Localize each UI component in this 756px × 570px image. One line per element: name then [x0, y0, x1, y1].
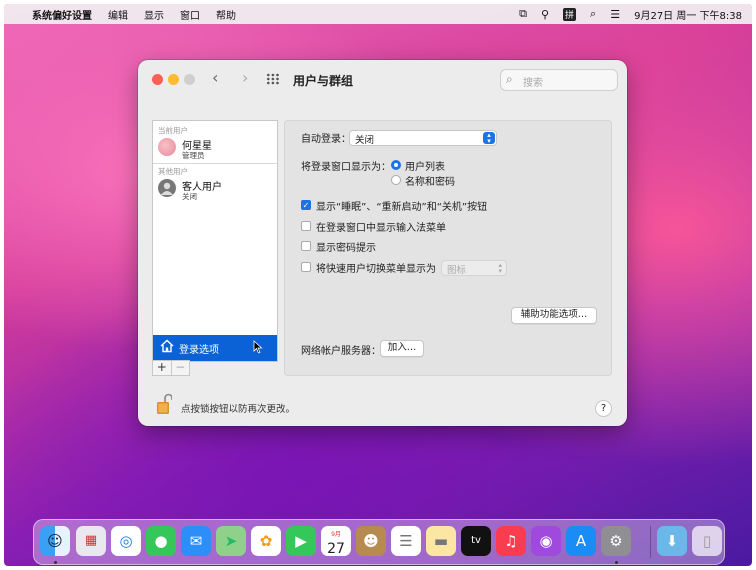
menu-help[interactable]: 帮助 — [216, 7, 236, 22]
zoom-button[interactable] — [184, 74, 195, 85]
search-icon: ⌕ — [506, 72, 513, 86]
checkbox-password-hints-label: 显示密码提示 — [316, 243, 376, 254]
user-status: 关闭 — [182, 192, 197, 201]
checkbox-input-menu[interactable] — [301, 221, 311, 231]
checkbox-show-buttons-label: 显示“睡眠”、“重新启动”和“关机”按钮 — [316, 202, 488, 213]
dock-finder-icon[interactable]: ☺ — [40, 526, 70, 556]
network-server-label: 网络帐户服务器： — [301, 346, 381, 357]
house-icon — [160, 339, 174, 353]
divider — [153, 163, 277, 164]
dock-contacts-icon[interactable]: ☻ — [356, 526, 386, 556]
auto-login-value: 关闭 — [355, 135, 375, 146]
calendar-month: 9月 — [331, 531, 341, 538]
user-item-current[interactable]: 何星星 管理员 — [158, 135, 274, 163]
fast-user-switch-select[interactable]: 图标 ▴ ▾ — [441, 260, 507, 276]
auto-login-select[interactable]: 关闭 ▴ ▾ — [349, 130, 497, 146]
tv-label: tv — [471, 535, 481, 546]
radio-name-password-label: 名称和密码 — [405, 177, 455, 188]
calendar-day: 27 — [327, 541, 345, 557]
radio-user-list-label: 用户列表 — [405, 162, 445, 173]
dock-downloads-icon[interactable]: ⬇ — [657, 526, 687, 556]
login-options-label: 登录选项 — [179, 345, 219, 356]
auto-login-label: 自动登录： — [301, 134, 351, 145]
dock-reminders-icon[interactable]: ☰ — [391, 526, 421, 556]
popup-arrows-icon: ▴ ▾ — [498, 261, 502, 275]
popup-arrows-icon: ▴ ▾ — [483, 132, 495, 145]
add-remove-control: + − — [152, 360, 190, 376]
dock-mail-icon[interactable]: ✉ — [181, 526, 211, 556]
lock-hint-text: 点按锁按钮以防再次更改。 — [181, 404, 296, 415]
spotlight-icon[interactable]: ⌕ — [590, 7, 596, 21]
user-list: 当前用户 何星星 管理员 其他用户 客人用户 关闭 登录选项 — [152, 120, 278, 362]
forward-icon[interactable]: › — [242, 68, 248, 87]
add-user-button[interactable]: + — [153, 361, 171, 375]
checkbox-show-buttons[interactable]: ✓ — [301, 200, 311, 210]
accessibility-options-button[interactable]: 辅助功能选项… — [511, 307, 597, 324]
radio-user-list[interactable] — [391, 160, 401, 170]
radio-name-password[interactable] — [391, 175, 401, 185]
show-all-grid-icon[interactable] — [266, 73, 280, 85]
dock-photos-icon[interactable]: ✿ — [251, 526, 281, 556]
preferences-window: ‹ › 用户与群组 ⌕ 搜索 当前用户 何星星 管理员 其他用户 客人用户 关闭… — [138, 60, 627, 426]
unlocked-lock-icon[interactable] — [156, 393, 172, 415]
menu-edit[interactable]: 编辑 — [108, 7, 128, 22]
dock-app-store-icon[interactable]: A — [566, 526, 596, 556]
dock-launchpad-icon[interactable]: ▦ — [76, 526, 106, 556]
running-indicator — [615, 561, 618, 564]
join-button[interactable]: 加入… — [380, 340, 424, 357]
fast-user-switch-value: 图标 — [447, 265, 467, 276]
dock-system-preferences-icon[interactable]: ⚙ — [601, 526, 631, 556]
search-field[interactable]: ⌕ 搜索 — [500, 69, 618, 91]
checkbox-input-menu-label: 在登录窗口中显示输入法菜单 — [316, 223, 446, 234]
dock-facetime-icon[interactable]: ▶ — [286, 526, 316, 556]
checkbox-fast-user-switch-label: 将快速用户切换菜单显示为 — [316, 264, 436, 275]
back-icon[interactable]: ‹ — [212, 68, 218, 87]
dock-messages-icon[interactable]: ● — [146, 526, 176, 556]
menu-window[interactable]: 窗口 — [180, 7, 200, 22]
user-item-guest[interactable]: 客人用户 关闭 — [158, 176, 274, 204]
dock-notes-icon[interactable]: ▬ — [426, 526, 456, 556]
dock-calendar-icon[interactable]: 9月 27 — [321, 526, 351, 556]
running-indicator — [54, 561, 57, 564]
dock-podcasts-icon[interactable]: ◉ — [531, 526, 561, 556]
menu-view[interactable]: 显示 — [144, 7, 164, 22]
screen-mirror-icon[interactable]: ⧉ — [519, 7, 527, 21]
dock-maps-icon[interactable]: ➤ — [216, 526, 246, 556]
avatar-person-icon — [158, 179, 176, 197]
dock-safari-icon[interactable]: ◎ — [111, 526, 141, 556]
dock-separator — [650, 526, 651, 558]
minimize-button[interactable] — [168, 74, 179, 85]
menu-clock[interactable]: 9月27日 周一 下午8:38 — [634, 7, 742, 22]
menu-bar: 系统偏好设置 编辑 显示 窗口 帮助 ⧉ ⚲ 拼 ⌕ ☰ 9月27日 周一 下午… — [4, 4, 752, 24]
wifi-icon[interactable]: ⚲ — [541, 8, 549, 21]
window-title: 用户与群组 — [293, 74, 354, 88]
desktop: 系统偏好设置 编辑 显示 窗口 帮助 ⧉ ⚲ 拼 ⌕ ☰ 9月27日 周一 下午… — [4, 4, 752, 566]
title-bar: ‹ › 用户与群组 ⌕ 搜索 — [138, 60, 627, 98]
remove-user-button[interactable]: − — [170, 361, 190, 375]
close-button[interactable] — [152, 74, 163, 85]
dock-trash-icon[interactable]: ▯ — [692, 526, 722, 556]
app-menu[interactable]: 系统偏好设置 — [32, 7, 92, 22]
mouse-pointer-icon — [253, 340, 263, 354]
help-button[interactable]: ? — [595, 400, 612, 417]
checkbox-fast-user-switch[interactable] — [301, 262, 311, 272]
search-placeholder: 搜索 — [523, 78, 543, 89]
control-center-icon[interactable]: ☰ — [610, 8, 620, 21]
dock-music-icon[interactable]: ♫ — [496, 526, 526, 556]
sidebar-item-login-options[interactable]: 登录选项 — [153, 335, 277, 361]
user-role: 管理员 — [182, 151, 205, 160]
dock-tv-icon[interactable]: tv — [461, 526, 491, 556]
display-login-as-label: 将登录窗口显示为： — [301, 162, 391, 173]
checkbox-password-hints[interactable] — [301, 241, 311, 251]
input-method-icon[interactable]: 拼 — [563, 7, 577, 21]
login-options-pane: 自动登录： 关闭 ▴ ▾ 将登录窗口显示为： 用户列表 名称和密码 ✓ 显示“睡眠… — [284, 120, 612, 376]
avatar-flower-icon — [158, 138, 176, 156]
dock: ☺ ▦ ◎ ● ✉ ➤ ✿ ▶ 9月 27 ☻ ☰ ▬ tv ♫ ◉ A ⚙ ⬇… — [33, 519, 725, 565]
